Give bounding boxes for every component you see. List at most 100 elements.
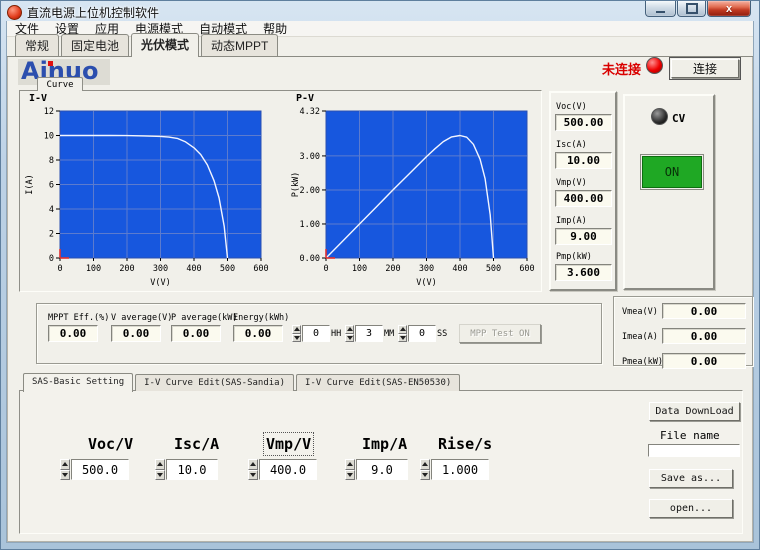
minutes-spinner[interactable]: 3 [345, 325, 383, 342]
spin-down-icon[interactable] [420, 469, 430, 480]
pv-chart: 0 100 200 300 400 500 600 0.00 1.00 2.00 3.00 4.32 V… [291, 107, 535, 288]
svg-text:6: 6 [49, 181, 54, 191]
spin-up-icon[interactable] [398, 325, 407, 334]
svg-text:100: 100 [86, 264, 101, 274]
seconds-value[interactable]: 0 [408, 325, 436, 342]
tab-curve[interactable]: Curve [37, 77, 83, 91]
sas-imp-value[interactable]: 9.0 [356, 459, 408, 480]
spin-up-icon[interactable] [248, 459, 258, 470]
spin-arrows [420, 459, 430, 480]
close-button[interactable]: x [707, 1, 751, 17]
svg-text:100: 100 [352, 264, 367, 274]
tab-sas-basic[interactable]: SAS-Basic Setting [23, 373, 134, 392]
isc-display: 10.00 [555, 152, 612, 169]
sas-isc-spinner[interactable]: 10.0 [155, 459, 218, 480]
tab-fixed-battery[interactable]: 固定电池 [61, 34, 130, 56]
vmp-display: 400.00 [555, 190, 612, 207]
hh-label: HH [331, 329, 342, 339]
minimize-icon [656, 8, 665, 13]
connect-button[interactable]: 连接 [669, 57, 741, 80]
spin-up-icon[interactable] [345, 459, 355, 470]
vavg-display: 0.00 [111, 325, 161, 342]
tab-general[interactable]: 常规 [15, 34, 60, 56]
mppt-eff-label: MPPT Eff.(%) [48, 313, 110, 323]
minimize-button[interactable] [645, 1, 676, 17]
spin-up-icon[interactable] [60, 459, 70, 470]
spin-down-icon[interactable] [60, 469, 70, 480]
pavg-label: P average(kW) [171, 313, 238, 323]
vmea-display: 0.00 [662, 303, 746, 319]
imp-display: 9.00 [555, 228, 612, 245]
connection-status-led [646, 57, 663, 74]
sas-vmp-value[interactable]: 400.0 [259, 459, 317, 480]
voc-display: 500.00 [555, 114, 612, 131]
sas-voc-spinner[interactable]: 500.0 [60, 459, 129, 480]
svg-text:400: 400 [186, 264, 201, 274]
sas-rise-value[interactable]: 1.000 [431, 459, 489, 480]
svg-text:2: 2 [49, 230, 54, 240]
spin-down-icon[interactable] [248, 469, 258, 480]
svg-text:I(A): I(A) [25, 174, 35, 194]
svg-text:1.00: 1.00 [300, 220, 320, 230]
sas-isc-value[interactable]: 10.0 [166, 459, 218, 480]
svg-text:8: 8 [49, 156, 54, 166]
sas-imp-spinner[interactable]: 9.0 [345, 459, 408, 480]
spin-up-icon[interactable] [420, 459, 430, 470]
measure-group: Vmea(V) 0.00 Imea(A) 0.00 Pmea(kW) 0.00 [613, 296, 753, 369]
spin-down-icon[interactable] [345, 469, 355, 480]
file-name-input[interactable] [648, 444, 740, 457]
open-button[interactable]: open... [649, 499, 733, 518]
output-on-button[interactable]: ON [640, 154, 704, 190]
imp-label: Imp(A) [556, 216, 587, 226]
svg-text:V(V): V(V) [416, 278, 436, 288]
spin-up-icon[interactable] [292, 325, 301, 334]
mpp-test-on-button[interactable]: MPP Test ON [459, 324, 541, 343]
mppt-group: MPPT Eff.(%) 0.00 V average(V) 0.00 P av… [36, 303, 602, 364]
spin-up-icon[interactable] [155, 459, 165, 470]
spin-arrows [345, 325, 354, 342]
tab-dynamic-mppt[interactable]: 动态MPPT [201, 34, 279, 56]
app-icon [7, 4, 22, 20]
sas-basic-panel: Voc/V 500.0 Isc/A 10.0 Vmp/V 400.0 Imp/A [19, 390, 743, 534]
data-download-button[interactable]: Data DownLoad [649, 402, 740, 421]
maximize-button[interactable] [677, 1, 706, 17]
sas-vmp-spinner[interactable]: 400.0 [248, 459, 317, 480]
tab-pv-mode[interactable]: 光伏模式 [131, 33, 200, 57]
spin-up-icon[interactable] [345, 325, 354, 334]
svg-text:12: 12 [44, 107, 54, 117]
tab-sas-en50530[interactable]: I-V Curve Edit(SAS-EN50530) [296, 374, 461, 391]
isc-label: Isc(A) [556, 140, 587, 150]
imea-label: Imea(A) [622, 332, 658, 342]
sas-rise-spinner[interactable]: 1.000 [420, 459, 489, 480]
app-window: 直流电源上位机控制软件 x 文件 设置 应用 电源模式 自动模式 帮助 常规 固… [0, 0, 760, 550]
hours-spinner[interactable]: 0 [292, 325, 330, 342]
hours-value[interactable]: 0 [302, 325, 330, 342]
svg-text:0: 0 [57, 264, 62, 274]
vmp-label: Vmp(V) [556, 178, 587, 188]
spin-down-icon[interactable] [155, 469, 165, 480]
spin-arrows [398, 325, 407, 342]
mppt-eff-display: 0.00 [48, 325, 98, 342]
spin-down-icon[interactable] [292, 333, 301, 342]
svg-text:600: 600 [519, 264, 534, 274]
iv-chart: 0 100 200 300 400 500 600 0 2 4 6 8 10 12 V(V) I(A) [25, 107, 269, 288]
svg-text:V(V): V(V) [150, 278, 170, 288]
save-as-button[interactable]: Save as... [649, 469, 733, 488]
vmea-label: Vmea(V) [622, 307, 658, 317]
pavg-display: 0.00 [171, 325, 221, 342]
seconds-spinner[interactable]: 0 [398, 325, 436, 342]
svg-text:500: 500 [486, 264, 501, 274]
svg-text:10: 10 [44, 132, 54, 142]
svg-text:300: 300 [153, 264, 168, 274]
sas-vmp-label: Vmp/V [262, 432, 315, 456]
svg-text:500: 500 [220, 264, 235, 274]
spin-down-icon[interactable] [345, 333, 354, 342]
svg-text:400: 400 [452, 264, 467, 274]
sas-voc-value[interactable]: 500.0 [71, 459, 129, 480]
svg-text:2.00: 2.00 [300, 186, 320, 196]
ss-label: SS [437, 329, 448, 339]
tab-sas-sandia[interactable]: I-V Curve Edit(SAS-Sandia) [135, 374, 295, 391]
minutes-value[interactable]: 3 [355, 325, 383, 342]
spin-down-icon[interactable] [398, 333, 407, 342]
svg-text:200: 200 [119, 264, 134, 274]
